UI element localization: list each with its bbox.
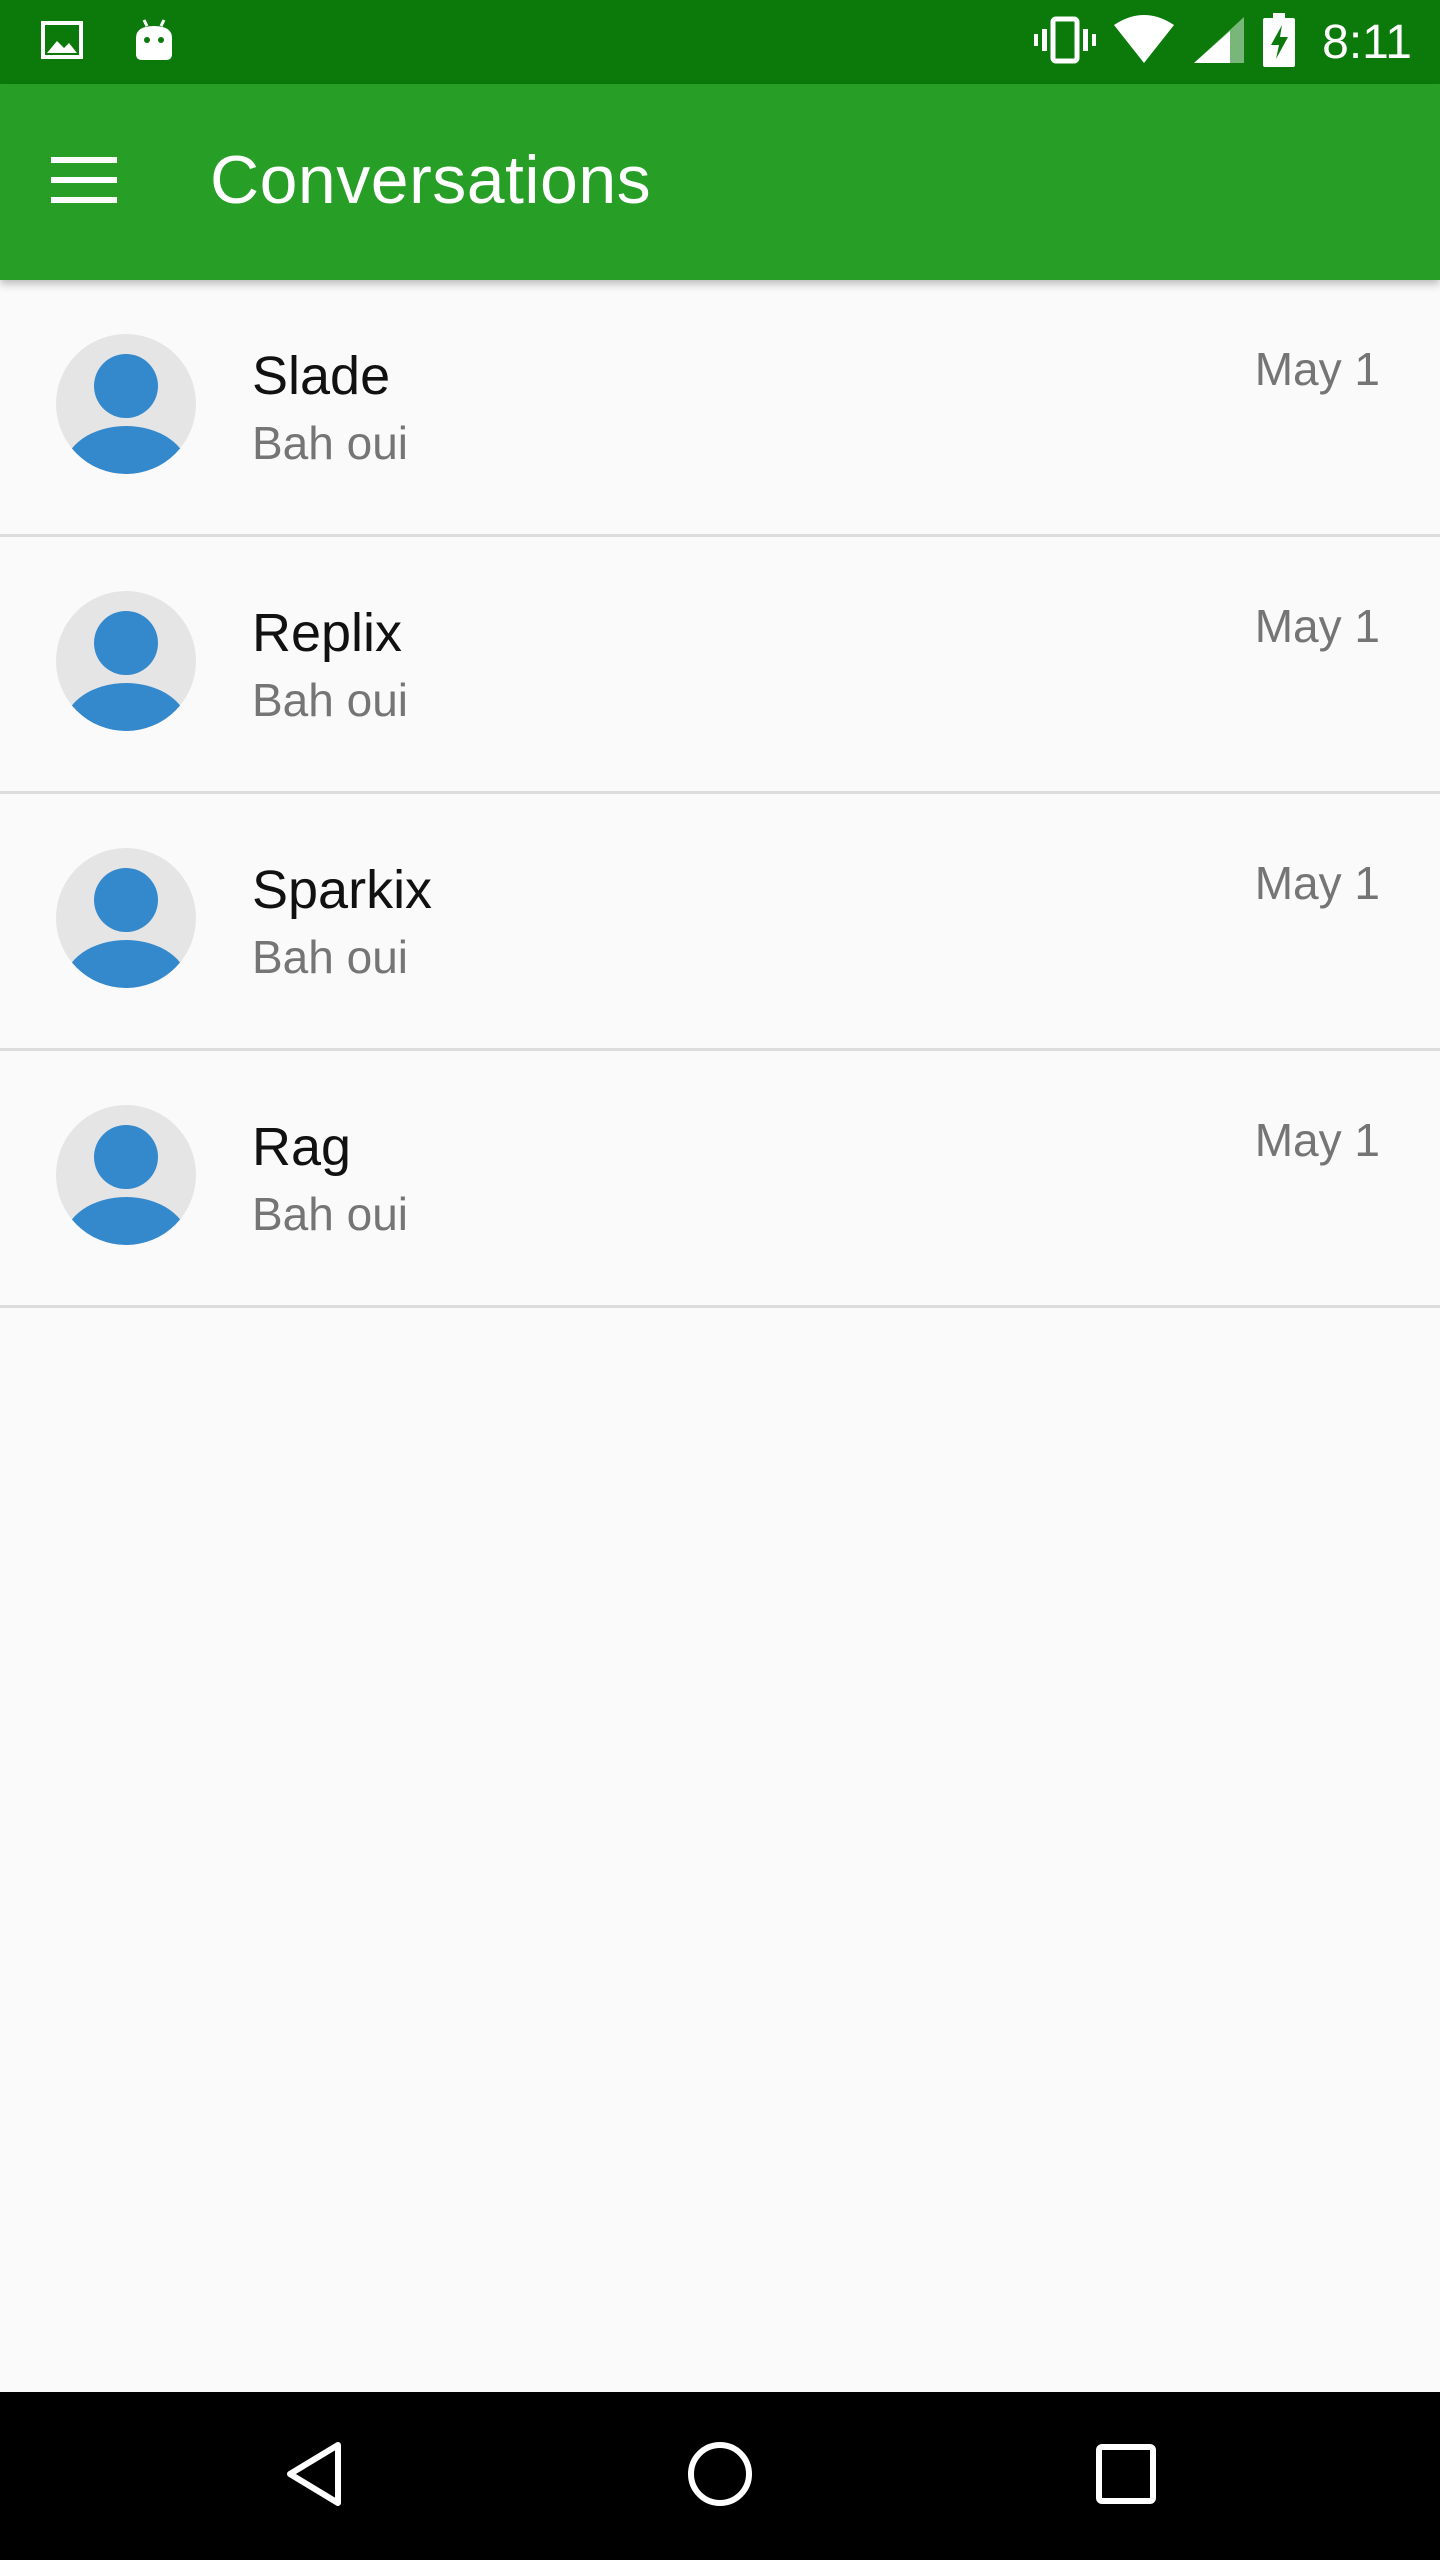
menu-button[interactable]	[40, 138, 128, 226]
image-notification-icon	[40, 18, 84, 67]
conversation-name: Rag	[252, 1117, 352, 1177]
avatar	[56, 334, 196, 474]
recents-icon	[1094, 2442, 1158, 2511]
status-left-icons	[40, 14, 176, 70]
conversation-preview: Bah oui	[252, 1188, 409, 1240]
screen: 8:11 Conversations Slade Bah oui May 1 R…	[0, 0, 1440, 2560]
avatar	[56, 591, 196, 731]
home-button[interactable]	[670, 2426, 770, 2526]
conversation-item-replix[interactable]: Replix Bah oui May 1	[0, 537, 1440, 794]
status-bar: 8:11	[0, 0, 1440, 84]
page-title: Conversations	[210, 142, 652, 218]
back-button[interactable]	[264, 2426, 364, 2526]
conversation-date: May 1	[1254, 343, 1380, 395]
conversation-name: Slade	[252, 346, 391, 406]
conversation-item-sparkix[interactable]: Sparkix Bah oui May 1	[0, 794, 1440, 1051]
conversation-name: Sparkix	[252, 860, 433, 920]
conversation-preview: Bah oui	[252, 674, 409, 726]
avatar	[56, 848, 196, 988]
avatar	[56, 1105, 196, 1245]
navigation-bar	[0, 2392, 1440, 2560]
conversation-date: May 1	[1254, 600, 1380, 652]
recents-button[interactable]	[1076, 2426, 1176, 2526]
conversation-list: Slade Bah oui May 1 Replix Bah oui May 1	[0, 280, 1440, 1308]
back-icon	[282, 2439, 346, 2514]
status-right-icons: 8:11	[1034, 12, 1412, 72]
android-notification-icon	[132, 16, 176, 69]
conversation-preview: Bah oui	[252, 931, 409, 983]
wifi-icon	[1114, 14, 1175, 70]
app-bar: Conversations	[0, 84, 1440, 280]
conversation-preview: Bah oui	[252, 417, 409, 469]
conversation-item-rag[interactable]: Rag Bah oui May 1	[0, 1051, 1440, 1308]
conversation-date: May 1	[1254, 857, 1380, 909]
conversation-name: Replix	[252, 603, 403, 663]
status-time: 8:11	[1322, 15, 1412, 69]
conversation-item-slade[interactable]: Slade Bah oui May 1	[0, 280, 1440, 537]
conversation-date: May 1	[1254, 1114, 1380, 1166]
cell-signal-icon	[1192, 15, 1245, 70]
home-icon	[685, 2439, 755, 2514]
vibrate-icon	[1034, 15, 1097, 70]
battery-charging-icon	[1262, 12, 1296, 72]
hamburger-menu-icon	[51, 155, 117, 210]
